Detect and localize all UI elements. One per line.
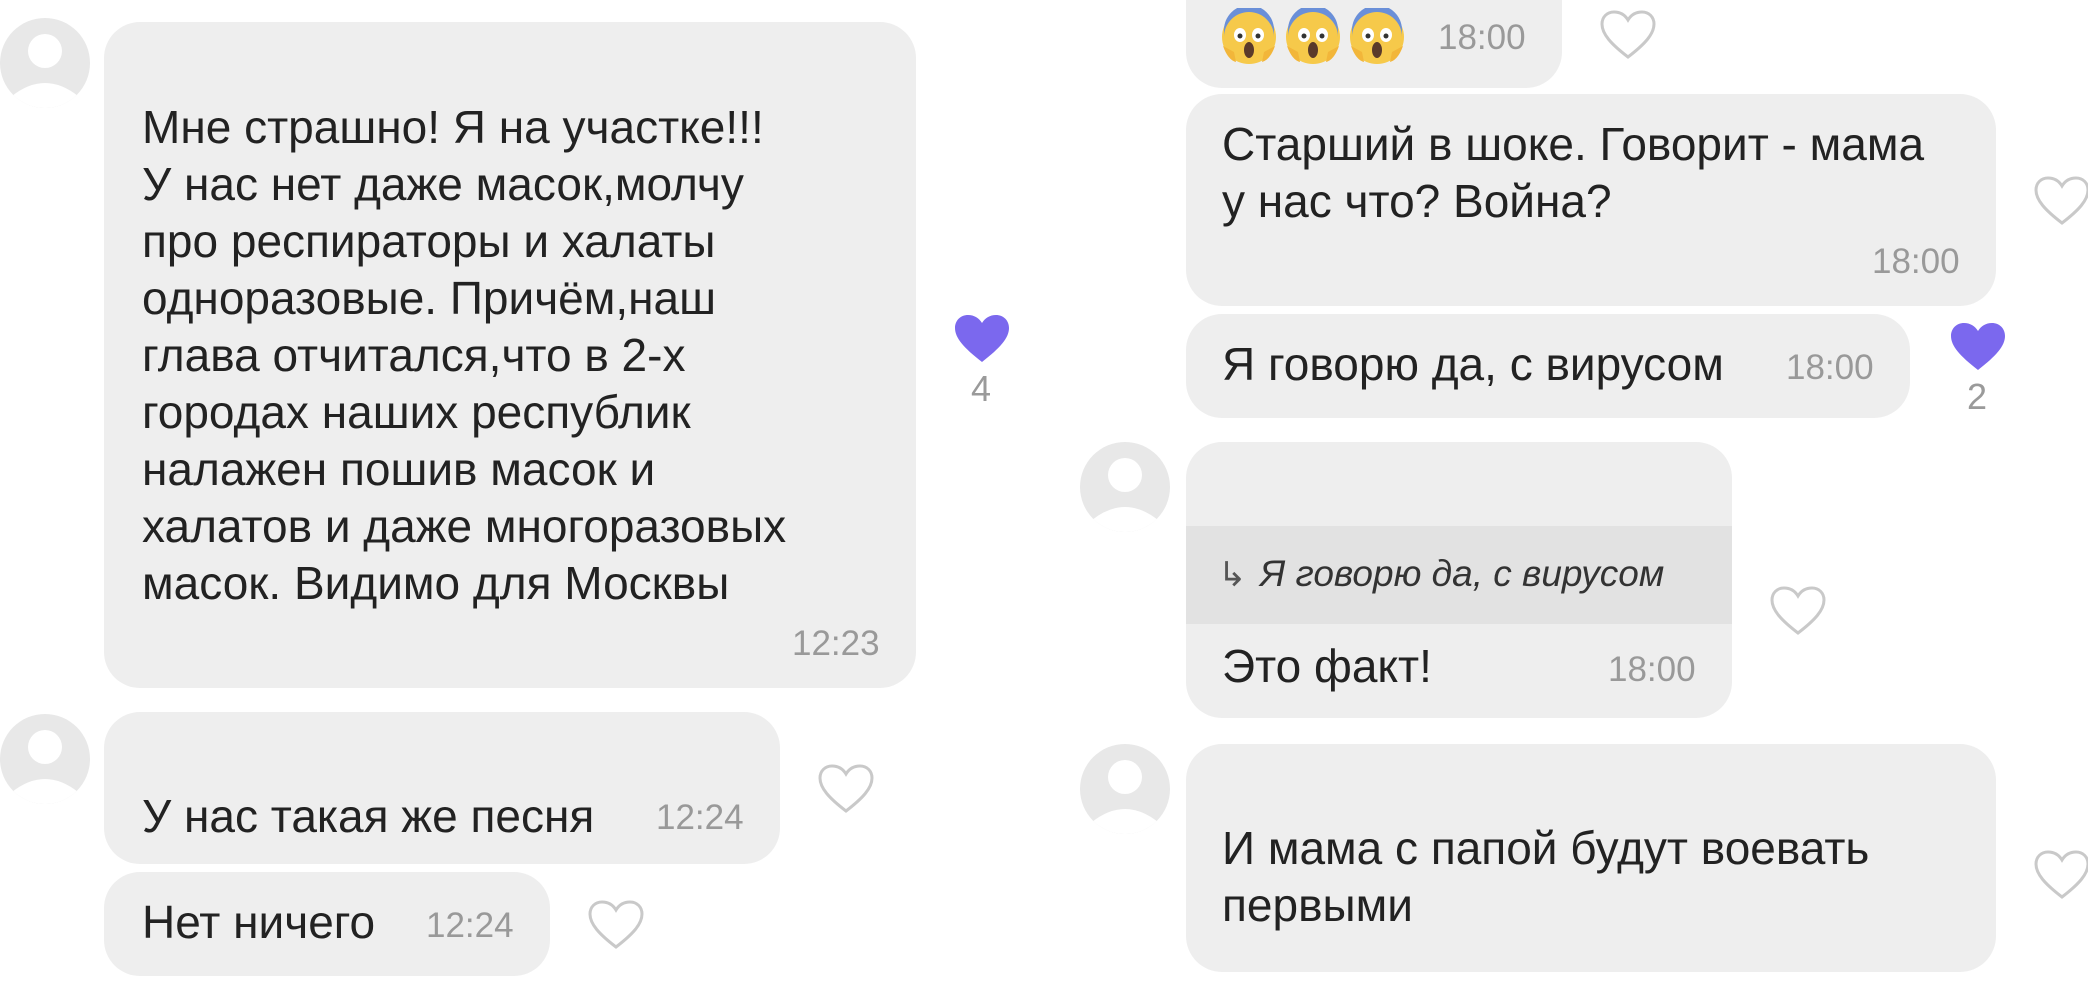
message-text: У нас такая же песня (142, 790, 595, 842)
message-bubble[interactable]: Я говорю да, с вирусом 18:00 (1186, 314, 1910, 418)
reply-arrow-icon: ↳ (1218, 556, 1247, 594)
message-time: 12:24 (426, 906, 514, 945)
heart-outline-icon[interactable] (818, 764, 874, 814)
avatar[interactable] (0, 18, 90, 108)
avatar[interactable] (1080, 442, 1170, 532)
message-bubble[interactable]: Старший в шоке. Говорит - мама у нас что… (1186, 94, 1996, 306)
reply-quote[interactable]: ↳ Я говорю да, с вирусом (1186, 526, 1732, 624)
message-time: 18:00 (1438, 18, 1526, 57)
message-text: Мне страшно! Я на участке!!! У нас нет д… (142, 101, 787, 609)
message-text: И мама с папой будут воевать первыми (1222, 822, 1870, 931)
heart-outline-icon[interactable] (1770, 586, 1826, 636)
heart-outline-icon[interactable] (2034, 850, 2088, 900)
message-text: Это факт! (1222, 640, 1432, 692)
message-time: 18:00 (1872, 242, 1960, 281)
face-screaming-in-fear-icon (1286, 8, 1340, 64)
face-screaming-in-fear-icon (1350, 8, 1404, 64)
like-count: 4 (970, 368, 992, 409)
message-bubble[interactable]: И мама с папой будут воевать первыми (1186, 744, 1996, 972)
heart-outline-icon[interactable] (588, 900, 644, 950)
emoji-row (1220, 8, 1406, 66)
message-bubble[interactable]: Мне страшно! Я на участке!!! У нас нет д… (104, 22, 916, 688)
message-text: Я говорю да, с вирусом (1222, 338, 1724, 390)
message-text: Нет ничего (142, 896, 376, 948)
face-screaming-in-fear-icon (1222, 8, 1276, 64)
message-bubble[interactable]: 18:00 (1186, 0, 1562, 88)
avatar[interactable] (0, 714, 90, 804)
message-time: 18:00 (1786, 348, 1874, 387)
heart-liked-icon[interactable] (1950, 322, 2006, 372)
heart-liked-icon[interactable] (954, 314, 1010, 364)
message-time: 12:23 (792, 624, 880, 663)
reply-quote-text: Я говорю да, с вирусом (1260, 553, 1665, 594)
message-time: 18:00 (1608, 650, 1696, 689)
like-count: 2 (1966, 376, 1988, 417)
heart-outline-icon[interactable] (2034, 176, 2088, 226)
message-bubble[interactable]: ↳ Я говорю да, с вирусом Это факт! 18:00 (1186, 442, 1732, 718)
message-text: Старший в шоке. Говорит - мама у нас что… (1222, 118, 1925, 227)
message-bubble[interactable]: Нет ничего 12:24 (104, 872, 550, 976)
avatar[interactable] (1080, 744, 1170, 834)
heart-outline-icon[interactable] (1600, 10, 1656, 60)
message-bubble[interactable]: У нас такая же песня 12:24 (104, 712, 780, 864)
message-time: 12:24 (656, 798, 744, 837)
